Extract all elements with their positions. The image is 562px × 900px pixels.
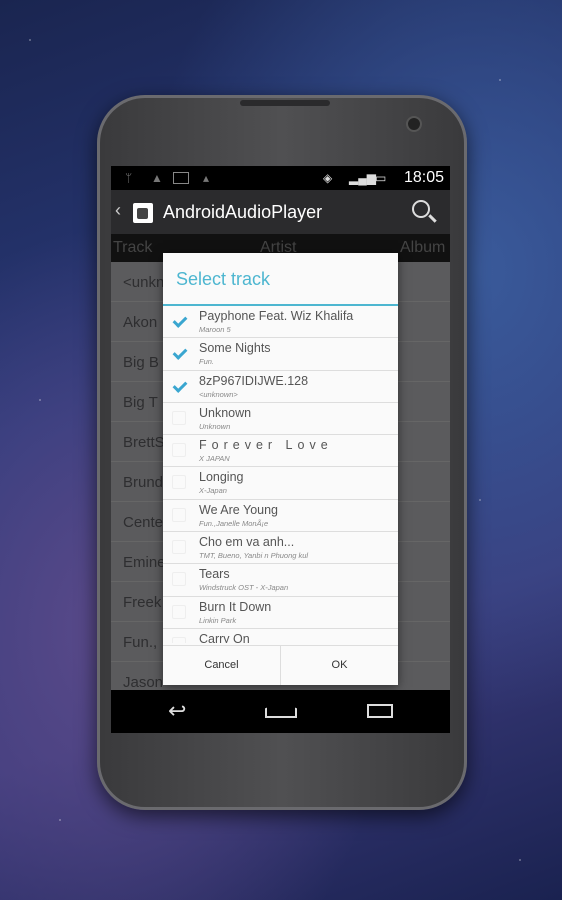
checkbox[interactable] [172, 540, 186, 555]
notification-icon: ▴ [203, 171, 210, 185]
track-name: Tears [199, 567, 230, 582]
track-name: Carry On [199, 631, 250, 643]
track-row[interactable]: Carry On [163, 629, 398, 643]
rotate-icon: ◈ [323, 171, 333, 185]
track-row[interactable]: Payphone Feat. Wiz Khalifa Maroon 5 [163, 306, 398, 339]
nav-bar: ↩ [111, 690, 450, 733]
phone-speaker [240, 100, 330, 106]
app-icon[interactable] [133, 203, 153, 223]
track-artist: <unknown> [199, 389, 238, 399]
track-row[interactable]: 8zP967IDIJWE.128 <unknown> [163, 371, 398, 403]
image-icon [173, 172, 189, 184]
column-album[interactable]: Album [400, 239, 445, 257]
track-artist: Linkin Park [199, 615, 237, 625]
select-track-dialog: Select track Payphone Feat. Wiz Khalifa M… [163, 253, 398, 685]
checkbox[interactable] [172, 636, 186, 643]
checkbox[interactable] [172, 346, 186, 360]
signal-icon: ▂▄▆ [349, 171, 376, 185]
app-title: AndroidAudioPlayer [163, 202, 323, 222]
track-name: Unknown [199, 405, 252, 420]
battery-icon: ▭ [375, 171, 387, 185]
track-artist: Fun.,Janelle MonÃ¡e [199, 518, 269, 528]
track-row[interactable]: Longing X-Japan [163, 467, 398, 500]
checkbox[interactable] [172, 314, 186, 328]
track-name: Forever Love [199, 438, 333, 453]
track-name: Cho em va anh... [199, 535, 295, 550]
action-bar: ‹ AndroidAudioPlayer [111, 190, 450, 234]
checkbox[interactable] [172, 604, 186, 619]
phone-camera [406, 116, 422, 132]
track-row[interactable]: Unknown Unknown [163, 403, 398, 436]
checkbox[interactable] [172, 379, 186, 393]
track-row[interactable]: Tears Windstruck OST - X-Japan [163, 564, 398, 597]
track-name: Longing [199, 470, 244, 485]
track-row[interactable]: We Are Young Fun.,Janelle MonÃ¡e [163, 500, 398, 533]
android-icon: ▲ [151, 171, 163, 185]
track-list[interactable]: Payphone Feat. Wiz Khalifa Maroon 5 Some N… [163, 306, 398, 643]
track-name: Some Nights [199, 341, 271, 356]
track-artist: X-Japan [199, 486, 227, 496]
track-artist: X JAPAN [199, 454, 230, 464]
cancel-button[interactable]: Cancel [163, 646, 281, 685]
status-bar: ᛘ ▲ ▴ ◈ ▂▄▆ ▭ 18:05 [111, 166, 450, 190]
track-row[interactable]: Some Nights Fun. [163, 338, 398, 371]
dialog-title: Select track [163, 253, 398, 306]
back-chevron-icon[interactable]: ‹ [115, 200, 121, 221]
checkbox[interactable] [172, 443, 186, 458]
back-icon[interactable]: ↩ [168, 698, 186, 724]
home-icon[interactable] [265, 702, 297, 718]
track-name: Burn It Down [199, 599, 272, 614]
search-icon[interactable] [412, 200, 430, 218]
track-artist: TMT, Bueno, Yanbi n Phuong kul [199, 551, 309, 561]
track-artist: Unknown [199, 421, 231, 431]
track-name: We Are Young [199, 502, 279, 517]
track-artist: Fun. [199, 357, 215, 367]
track-name: 8zP967IDIJWE.128 [199, 373, 309, 388]
ok-button[interactable]: OK [281, 646, 398, 685]
checkbox[interactable] [172, 507, 186, 522]
checkbox[interactable] [172, 410, 186, 425]
recents-icon[interactable] [367, 704, 393, 718]
checkbox[interactable] [172, 572, 186, 587]
track-name: Payphone Feat. Wiz Khalifa [199, 309, 354, 323]
clock: 18:05 [403, 169, 444, 186]
track-artist: Windstruck OST - X-Japan [199, 583, 289, 593]
checkbox[interactable] [172, 475, 186, 490]
column-track[interactable]: Track [113, 239, 152, 257]
track-row[interactable]: Forever Love X JAPAN [163, 435, 398, 468]
track-row[interactable]: Cho em va anh... TMT, Bueno, Yanbi n Phuo… [163, 532, 398, 565]
track-row[interactable]: Burn It Down Linkin Park [163, 597, 398, 629]
track-artist: Maroon 5 [199, 325, 231, 334]
usb-icon: ᛘ [125, 171, 133, 185]
